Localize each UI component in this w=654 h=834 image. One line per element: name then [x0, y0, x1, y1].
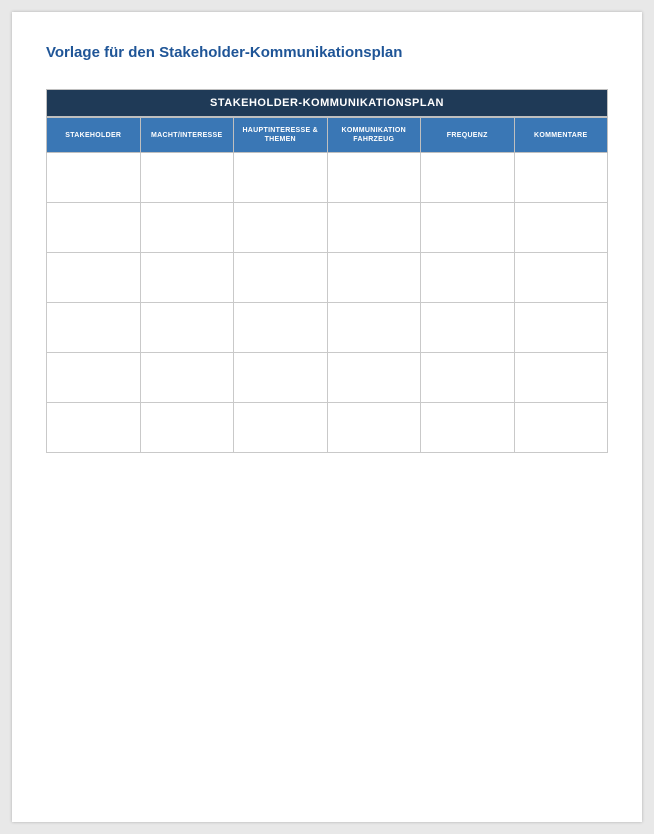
cell[interactable]: [140, 203, 234, 253]
cell[interactable]: [234, 403, 328, 453]
cell[interactable]: [327, 203, 421, 253]
cell[interactable]: [514, 203, 608, 253]
column-header: HAUPTINTERESSE & THEMEN: [234, 118, 328, 153]
cell[interactable]: [234, 353, 328, 403]
cell[interactable]: [47, 153, 141, 203]
cell[interactable]: [327, 353, 421, 403]
cell[interactable]: [514, 403, 608, 453]
column-header: KOMMENTARE: [514, 118, 608, 153]
cell[interactable]: [327, 403, 421, 453]
table-row: [47, 253, 608, 303]
cell[interactable]: [140, 153, 234, 203]
cell[interactable]: [47, 353, 141, 403]
cell[interactable]: [47, 253, 141, 303]
cell[interactable]: [514, 303, 608, 353]
cell[interactable]: [327, 303, 421, 353]
cell[interactable]: [421, 403, 515, 453]
cell[interactable]: [234, 203, 328, 253]
document-page: Vorlage für den Stakeholder-Kommunikatio…: [12, 12, 642, 822]
table-banner: STAKEHOLDER-KOMMUNIKATIONSPLAN: [46, 89, 608, 117]
cell[interactable]: [47, 203, 141, 253]
cell[interactable]: [421, 203, 515, 253]
cell[interactable]: [140, 253, 234, 303]
table-container: STAKEHOLDER-KOMMUNIKATIONSPLAN STAKEHOLD…: [46, 89, 608, 453]
table-row: [47, 203, 608, 253]
communication-plan-table: STAKEHOLDER MACHT/INTERESSE HAUPTINTERES…: [46, 117, 608, 453]
table-row: [47, 153, 608, 203]
cell[interactable]: [421, 303, 515, 353]
cell[interactable]: [140, 403, 234, 453]
cell[interactable]: [234, 303, 328, 353]
column-header: KOMMUNIKATION FAHRZEUG: [327, 118, 421, 153]
table-row: [47, 403, 608, 453]
cell[interactable]: [421, 153, 515, 203]
cell[interactable]: [327, 153, 421, 203]
cell[interactable]: [47, 303, 141, 353]
cell[interactable]: [514, 353, 608, 403]
table-row: [47, 353, 608, 403]
column-header: MACHT/INTERESSE: [140, 118, 234, 153]
cell[interactable]: [234, 153, 328, 203]
table-header-row: STAKEHOLDER MACHT/INTERESSE HAUPTINTERES…: [47, 118, 608, 153]
cell[interactable]: [421, 253, 515, 303]
column-header: STAKEHOLDER: [47, 118, 141, 153]
column-header: FREQUENZ: [421, 118, 515, 153]
cell[interactable]: [514, 253, 608, 303]
cell[interactable]: [327, 253, 421, 303]
page-title: Vorlage für den Stakeholder-Kommunikatio…: [46, 44, 608, 61]
cell[interactable]: [140, 303, 234, 353]
cell[interactable]: [234, 253, 328, 303]
table-body: [47, 153, 608, 453]
cell[interactable]: [514, 153, 608, 203]
cell[interactable]: [47, 403, 141, 453]
cell[interactable]: [140, 353, 234, 403]
table-row: [47, 303, 608, 353]
cell[interactable]: [421, 353, 515, 403]
